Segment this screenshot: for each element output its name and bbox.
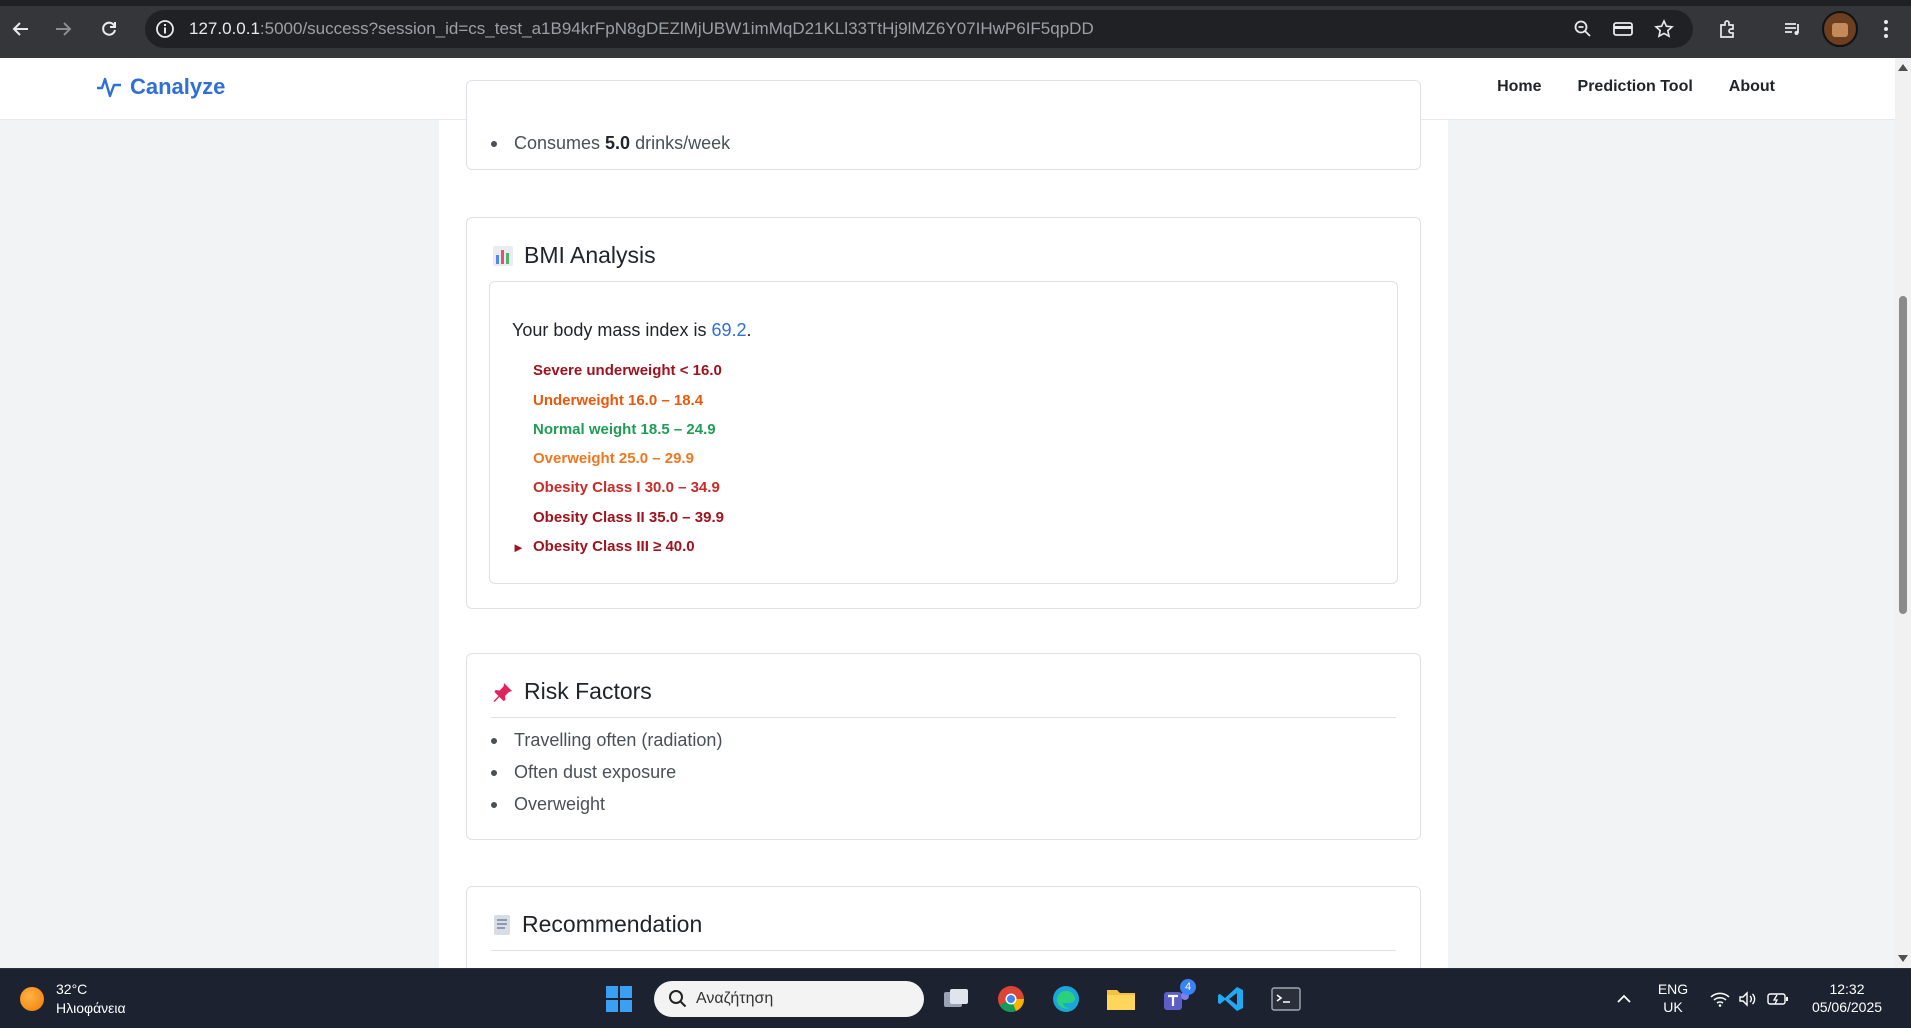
list-item: Consumes 5.0 drinks/week	[490, 127, 730, 159]
pulse-icon	[97, 77, 121, 98]
recommendation-title: Recommendation	[522, 911, 703, 937]
risk-title: Risk Factors	[524, 678, 652, 704]
vscode-icon[interactable]	[1215, 983, 1247, 1015]
teams-icon[interactable]: 4	[1160, 979, 1196, 1015]
extensions-icon[interactable]	[1713, 14, 1743, 44]
recommendation-card: Recommendation	[466, 886, 1421, 968]
forward-icon[interactable]	[48, 14, 78, 44]
memo-icon	[494, 914, 510, 935]
bmi-category-normal: Normal weight 18.5 – 24.9	[533, 421, 716, 438]
brand-name: Canalyze	[130, 74, 226, 99]
windows-start-icon[interactable]	[603, 983, 635, 1015]
nav-home[interactable]: Home	[1497, 78, 1541, 96]
bmi-value: 69.2	[711, 320, 747, 340]
scroll-down-arrow-icon[interactable]	[1898, 955, 1908, 962]
back-icon[interactable]	[6, 14, 36, 44]
bmi-panel: Your body mass index is 69.2. Severe und…	[489, 281, 1398, 584]
scroll-up-arrow-icon[interactable]	[1898, 64, 1908, 71]
bmi-title: BMI Analysis	[524, 242, 656, 268]
show-hidden-icons-chevron-icon[interactable]	[1608, 983, 1640, 1015]
bmi-category-obesity-1: Obesity Class I 30.0 – 34.9	[533, 479, 720, 496]
scrollbar-thumb[interactable]	[1899, 296, 1907, 614]
lifestyle-card: Consumes 5.0 drinks/week	[466, 80, 1421, 170]
search-placeholder: Αναζήτηση	[696, 990, 774, 1007]
pushpin-icon	[493, 682, 512, 702]
windows-taskbar: 32°C Ηλιοφάνεια Αναζήτηση 4 ENG UK 12:32 0…	[0, 968, 1911, 1028]
zoom-icon[interactable]	[1571, 17, 1595, 41]
profile-avatar[interactable]	[1822, 11, 1858, 47]
risk-factors-card: Risk Factors Travelling often (radiation…	[466, 653, 1421, 840]
menu-kebab-icon[interactable]	[1871, 14, 1901, 44]
list-item: Overweight	[490, 788, 722, 820]
taskbar-search[interactable]: Αναζήτηση	[654, 981, 924, 1017]
media-control-icon[interactable]	[1778, 14, 1808, 44]
clock[interactable]: 12:32 05/06/2025	[1802, 981, 1892, 1015]
chrome-icon[interactable]	[995, 983, 1027, 1015]
nav-links: Home Prediction Tool About	[1497, 78, 1775, 96]
list-item: Travelling often (radiation)	[490, 724, 722, 756]
search-icon	[669, 990, 687, 1008]
site-info-icon[interactable]	[153, 17, 177, 41]
reload-icon[interactable]	[94, 14, 124, 44]
bmi-category-severe-underweight: Severe underweight < 16.0	[533, 362, 722, 379]
bmi-category-obesity-2: Obesity Class II 35.0 – 39.9	[533, 509, 724, 526]
page-scrollbar[interactable]	[1895, 58, 1911, 968]
nav-prediction-tool[interactable]: Prediction Tool	[1578, 78, 1693, 96]
weather-temperature[interactable]: 32°C	[56, 981, 87, 997]
brand-link[interactable]: Canalyze	[96, 74, 225, 100]
bookmark-star-icon[interactable]	[1652, 17, 1676, 41]
tab-strip	[0, 0, 1911, 6]
bmi-category-underweight: Underweight 16.0 – 18.4	[533, 392, 704, 409]
browser-toolbar: 127.0.0.1:5000/success?session_id=cs_tes…	[0, 0, 1911, 58]
main-content: Consumes 5.0 drinks/week BMI Analysis Yo…	[439, 80, 1448, 968]
volume-icon[interactable]	[1732, 983, 1764, 1015]
weather-description[interactable]: Ηλιοφάνεια	[56, 1000, 126, 1016]
address-bar[interactable]: 127.0.0.1:5000/success?session_id=cs_tes…	[145, 10, 1693, 48]
card-icon[interactable]	[1611, 17, 1635, 41]
bar-chart-icon	[493, 245, 513, 266]
url-text[interactable]: 127.0.0.1:5000/success?session_id=cs_tes…	[189, 19, 1094, 39]
teams-badge: 4	[1180, 979, 1196, 995]
divider	[491, 717, 1396, 718]
edge-icon[interactable]	[1050, 983, 1082, 1015]
sun-icon[interactable]	[20, 987, 44, 1011]
nav-about[interactable]: About	[1729, 78, 1775, 96]
current-category-marker: ►	[512, 540, 525, 555]
web-page: Canalyze Home Prediction Tool About Cons…	[0, 58, 1895, 968]
bmi-card: BMI Analysis Your body mass index is 69.…	[466, 217, 1421, 609]
terminal-icon[interactable]	[1270, 983, 1302, 1015]
bmi-summary: Your body mass index is 69.2.	[512, 320, 752, 340]
divider	[491, 950, 1396, 951]
input-language[interactable]: ENG UK	[1655, 981, 1691, 1015]
bmi-category-overweight: Overweight 25.0 – 29.9	[533, 450, 694, 467]
battery-icon[interactable]	[1762, 983, 1794, 1015]
file-explorer-icon[interactable]	[1105, 983, 1137, 1015]
task-view-icon[interactable]	[940, 983, 972, 1015]
list-item: Often dust exposure	[490, 756, 722, 788]
bmi-category-obesity-3: Obesity Class III ≥ 40.0	[533, 538, 695, 555]
